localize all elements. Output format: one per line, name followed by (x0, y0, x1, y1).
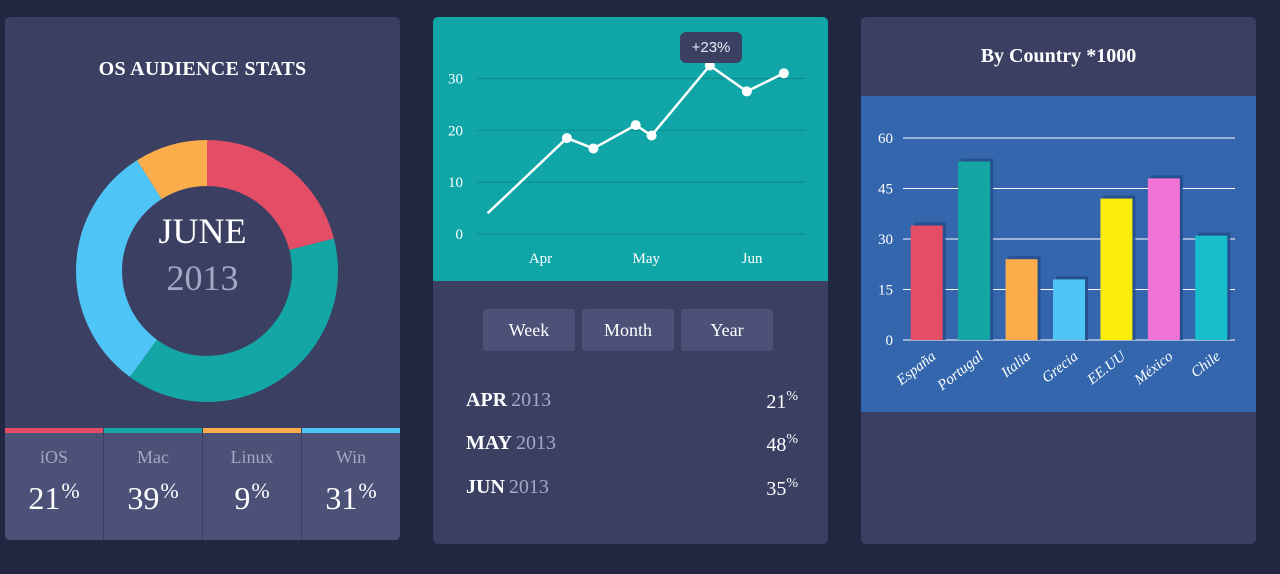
os-stat-win: Win 31% (302, 428, 400, 540)
stat-year: 2013 (511, 389, 552, 411)
data-point (630, 120, 641, 131)
os-name-linux: Linux (230, 447, 274, 467)
os-name-win: Win (335, 447, 367, 467)
x-tick-label: México (1131, 348, 1177, 389)
stat-month: APR (466, 389, 508, 411)
y-tick-label: 20 (448, 123, 463, 139)
bar-italia (1005, 259, 1038, 340)
x-tick-label: Italia (998, 349, 1034, 382)
bar-grecia (1053, 279, 1085, 340)
bar-españa (910, 225, 943, 340)
y-tick-label: 60 (878, 131, 893, 147)
data-point (741, 86, 752, 97)
bar-ee.uu (1100, 198, 1133, 340)
data-point (561, 133, 572, 144)
trend-card: 0 10 20 30 Apr May Jun +23% Week Month Year AP… (433, 17, 828, 544)
line-chart-panel: 0 10 20 30 Apr May Jun +23% (433, 17, 828, 281)
os-stats-strip: iOS 21% Mac 39% Linux 9% Win 31% (5, 428, 400, 540)
os-value-ios: 21% (28, 478, 80, 516)
y-tick-label: 30 (878, 232, 893, 248)
x-tick-label: Chile (1188, 348, 1224, 381)
y-tick-label: 10 (448, 175, 463, 191)
os-name-mac: Mac (137, 447, 169, 467)
stat-row-jun: JUN 2013 35% (466, 476, 798, 500)
os-stat-linux: Linux 9% (203, 428, 302, 540)
y-tick-label: 45 (878, 182, 893, 198)
stat-value: 21% (766, 389, 798, 413)
os-value-mac: 39% (127, 478, 179, 516)
os-value-linux: 9% (234, 478, 270, 516)
x-tick-label: España (893, 349, 939, 390)
stat-month: MAY (466, 432, 512, 454)
x-tick-label: May (633, 251, 661, 267)
os-stat-mac: Mac 39% (104, 428, 203, 540)
donut-center-year: 2013 (166, 258, 239, 298)
donut-center-month: JUNE (158, 211, 247, 251)
y-tick-label: 0 (886, 333, 894, 349)
week-button[interactable]: Week (483, 309, 575, 351)
country-chart-title: By Country *1000 (980, 45, 1137, 67)
stat-row-apr: APR 2013 21% (466, 389, 798, 413)
year-button[interactable]: Year (681, 309, 773, 351)
series-line (486, 64, 785, 215)
data-point (646, 130, 657, 141)
stat-value: 48% (766, 432, 798, 456)
x-tick-label: Grecia (1039, 349, 1081, 387)
y-tick-label: 15 (878, 283, 893, 299)
os-color-bar-win (302, 428, 400, 433)
os-stat-ios: iOS 21% (5, 428, 104, 540)
x-tick-label: Apr (529, 251, 552, 267)
country-card: By Country *1000 0 15 30 45 60 España Portugal… (861, 17, 1256, 544)
os-color-bar-linux (203, 428, 301, 433)
bar-méxico (1147, 178, 1180, 340)
stat-value: 35% (766, 476, 798, 500)
growth-tooltip: +23% (680, 32, 742, 63)
x-tick-label: Jun (742, 251, 763, 267)
x-tick-label: Portugal (934, 349, 987, 395)
os-color-bar-ios (5, 428, 103, 433)
x-tick-label: EE.UU (1084, 348, 1130, 389)
stat-year: 2013 (508, 476, 549, 498)
bar-chile (1195, 235, 1228, 340)
period-button-group: Week Month Year (483, 309, 773, 351)
stat-month: JUN (466, 476, 505, 498)
bar-chart: 0 15 30 45 60 EspañaPortugal Italia Grecia EE.UU… (878, 131, 1235, 395)
line-chart: 0 10 20 30 Apr May Jun (448, 60, 805, 267)
os-color-bar-mac (104, 428, 202, 433)
data-point (778, 68, 789, 79)
y-tick-label: 30 (448, 71, 463, 87)
os-name-ios: iOS (39, 447, 68, 467)
os-audience-card: OS AUDIENCE STATS JUNE 2013 iOS 21% Mac … (5, 17, 400, 540)
bar-portugal (958, 161, 991, 340)
stat-year: 2013 (515, 432, 556, 454)
stat-row-may: MAY 2013 48% (466, 432, 798, 456)
os-value-win: 31% (325, 478, 377, 516)
bar-chart-panel: 0 15 30 45 60 España Portugal Italia Grecia EE.UU… (861, 96, 1256, 412)
data-point (588, 143, 599, 154)
month-button[interactable]: Month (582, 309, 674, 351)
y-tick-label: 0 (456, 227, 464, 243)
